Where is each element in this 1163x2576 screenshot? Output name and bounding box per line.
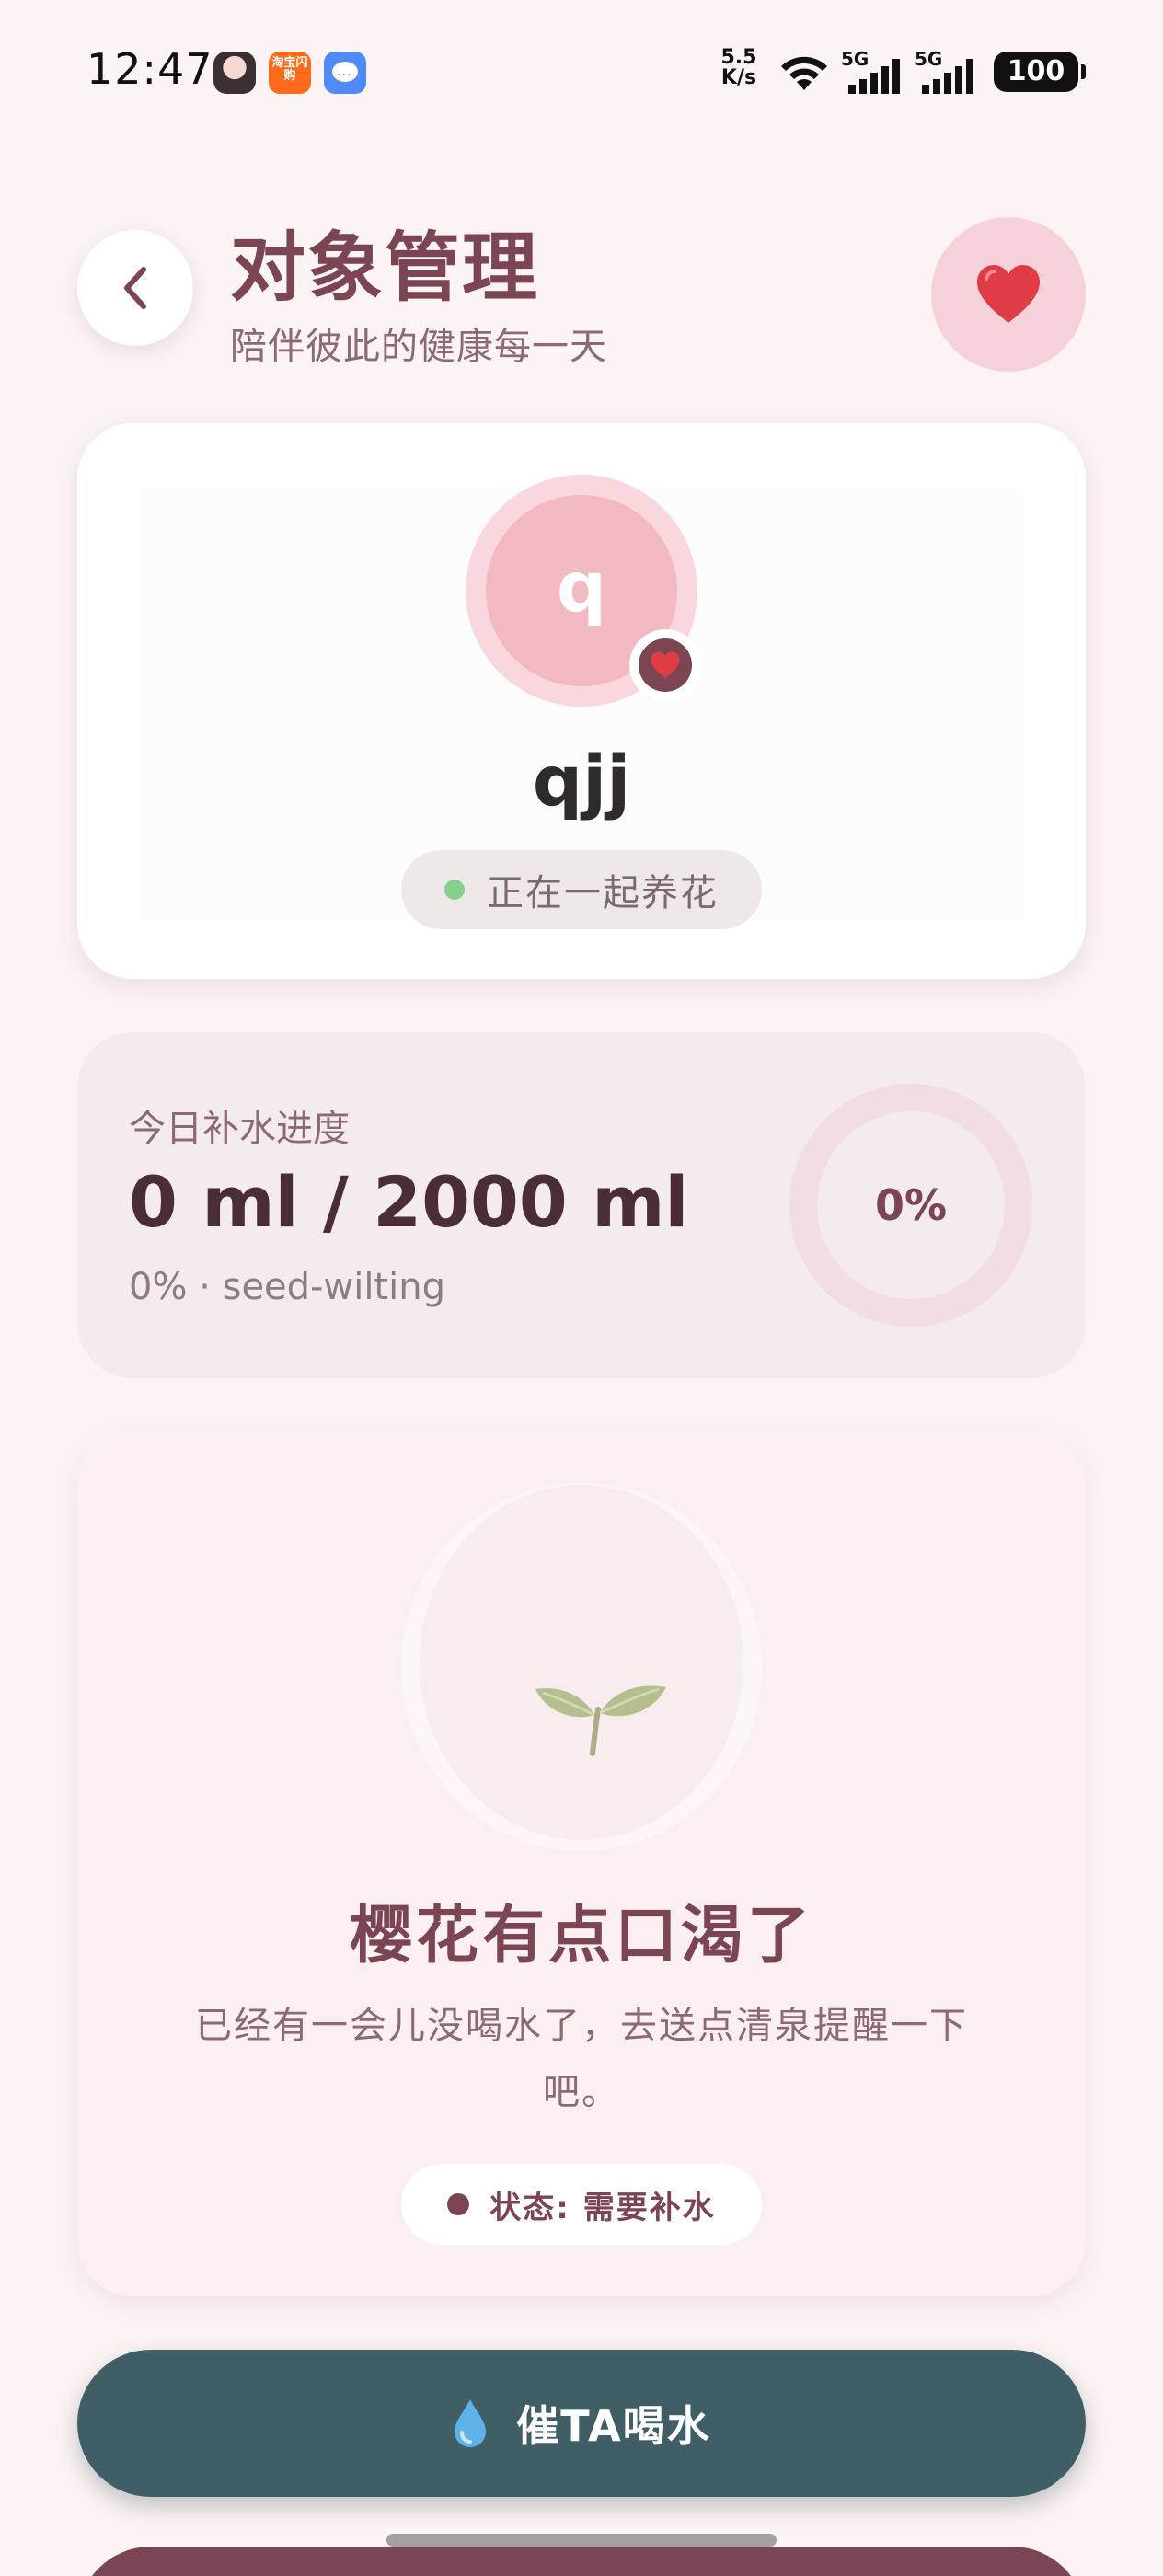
progress-ring: 0% <box>789 1084 1032 1327</box>
heart-icon <box>651 651 680 679</box>
plant-description: 已经有一会儿没喝水了，去送点清泉提醒一下吧。 <box>195 2005 968 2113</box>
avatar-ring: q <box>466 475 701 707</box>
status-time: 12:47 <box>86 44 213 94</box>
signal-sim1-icon: 5G <box>841 48 911 94</box>
plant-state-badge: 状态: 需要补水 <box>401 2164 762 2245</box>
network-speed-value: 5.5 <box>720 46 757 69</box>
network-speed-unit: K/s <box>720 66 757 89</box>
profile-name: qjj <box>532 740 631 822</box>
battery-indicator: 100 <box>994 52 1086 92</box>
plant-state-text: 状态: 需要补水 <box>489 2189 716 2226</box>
plant-title: 樱花有点口渴了 <box>349 1900 813 1972</box>
page-title: 对象管理 <box>230 224 540 312</box>
progress-percent: 0% <box>874 1180 948 1230</box>
back-button[interactable] <box>77 230 193 346</box>
status-text: 正在一起养花 <box>487 872 719 914</box>
network-speed: 5.5 K/s <box>716 48 762 88</box>
taobao-app-label: 淘宝闪购 <box>271 56 308 83</box>
progress-amount: 0 ml / 2000 ml <box>129 1161 689 1243</box>
home-indicator[interactable] <box>386 2534 777 2547</box>
page: 12:47 淘宝闪购 ··· 5.5 K/s 5G 5G 100 对象管理 陪伴… <box>0 0 1163 2576</box>
secondary-action-button[interactable] <box>77 2547 1086 2576</box>
app-avatar-icon <box>213 52 256 94</box>
state-dot-icon <box>447 2193 470 2215</box>
water-drop-icon <box>455 2399 487 2447</box>
favorite-button[interactable] <box>931 217 1086 372</box>
status-bar: 12:47 淘宝闪购 ··· 5.5 K/s 5G 5G 100 <box>0 0 1163 138</box>
avatar-badge <box>629 629 701 701</box>
online-dot-icon <box>444 880 465 900</box>
status-badge: 正在一起养花 <box>401 850 762 929</box>
message-app-icon: ··· <box>324 52 366 94</box>
remind-drink-label: 催TA喝水 <box>516 2401 711 2451</box>
taobao-app-icon: 淘宝闪购 <box>269 52 311 94</box>
sprout-icon <box>535 1685 666 1756</box>
remind-drink-button[interactable]: 催TA喝水 <box>77 2350 1086 2497</box>
heart-icon <box>977 265 1040 323</box>
hydration-progress-card: 今日补水进度 0 ml / 2000 ml 0% · seed-wilting … <box>77 1032 1086 1378</box>
plant-status-card: 樱花有点口渴了 已经有一会儿没喝水了，去送点清泉提醒一下吧。 状态: 需要补水 <box>77 1428 1086 2296</box>
chevron-left-icon <box>124 267 146 309</box>
wifi-icon <box>781 56 827 90</box>
profile-card: q qjj 正在一起养花 <box>77 423 1086 979</box>
signal-sim2-icon: 5G <box>915 48 985 94</box>
progress-subtext: 0% · seed-wilting <box>129 1266 445 1308</box>
progress-label: 今日补水进度 <box>129 1108 350 1150</box>
page-subtitle: 陪伴彼此的健康每一天 <box>230 326 607 368</box>
